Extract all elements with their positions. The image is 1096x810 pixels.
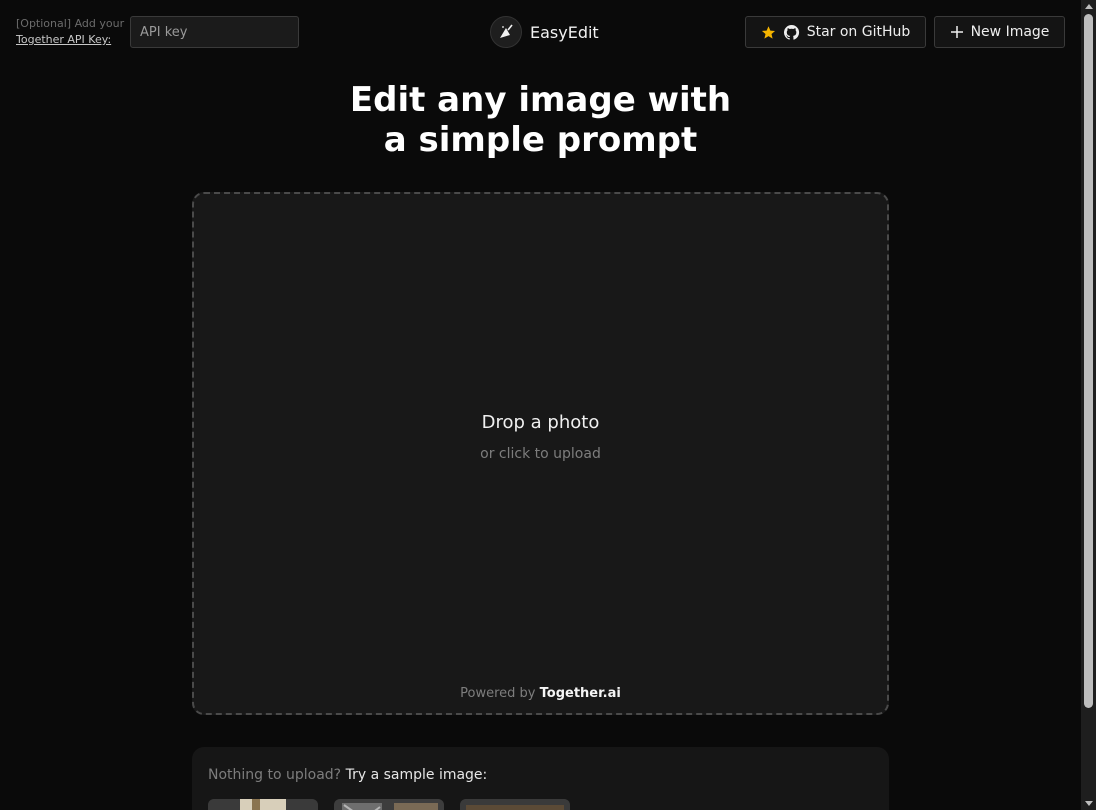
api-key-input[interactable] [130, 16, 299, 48]
together-ai-link[interactable]: Together.ai [540, 686, 621, 701]
together-api-key-link[interactable]: Together API Key: [16, 32, 126, 48]
brand[interactable]: EasyEdit [490, 16, 599, 48]
apikey-label: [Optional] Add your Together API Key: [16, 16, 126, 48]
samples-prefix: Nothing to upload? [208, 767, 342, 783]
new-image-label: New Image [970, 24, 1050, 40]
plus-icon [950, 25, 964, 39]
scroll-up-arrow-icon[interactable] [1085, 4, 1093, 9]
page: [Optional] Add your Together API Key: Ea… [0, 0, 1096, 810]
dropzone-subtitle: or click to upload [480, 446, 601, 462]
page-title-line-2: a simple prompt [383, 120, 698, 160]
dropzone-title: Drop a photo [481, 412, 600, 433]
samples-title: Nothing to upload? Try a sample image: [208, 767, 487, 783]
new-image-button[interactable]: New Image [934, 16, 1065, 48]
star-on-github-label: Star on GitHub [806, 24, 911, 40]
image-dropzone[interactable]: Drop a photo or click to upload Powered … [192, 192, 889, 715]
vertical-scrollbar[interactable] [1081, 0, 1096, 810]
github-icon [783, 24, 800, 41]
apikey-label-prefix: [Optional] Add your [16, 17, 125, 30]
sample-images-panel: Nothing to upload? Try a sample image: [192, 747, 889, 810]
sample-image-thumbnail[interactable] [334, 799, 444, 810]
star-on-github-button[interactable]: Star on GitHub [745, 16, 926, 48]
sample-image-thumbnail[interactable] [460, 799, 570, 810]
page-title: Edit any image with a simple prompt [0, 80, 1081, 160]
logo-icon [490, 16, 522, 48]
star-icon [761, 25, 776, 40]
scrollbar-thumb[interactable] [1084, 14, 1093, 708]
sample-image-thumbnail[interactable] [208, 799, 318, 810]
brand-name: EasyEdit [530, 22, 599, 42]
powered-by-prefix: Powered by [460, 686, 536, 701]
header: [Optional] Add your Together API Key: Ea… [0, 0, 1081, 64]
page-title-line-1: Edit any image with [349, 80, 732, 120]
scroll-down-arrow-icon[interactable] [1085, 801, 1093, 806]
powered-by: Powered by Together.ai [194, 686, 887, 701]
samples-cta: Try a sample image: [345, 767, 488, 783]
